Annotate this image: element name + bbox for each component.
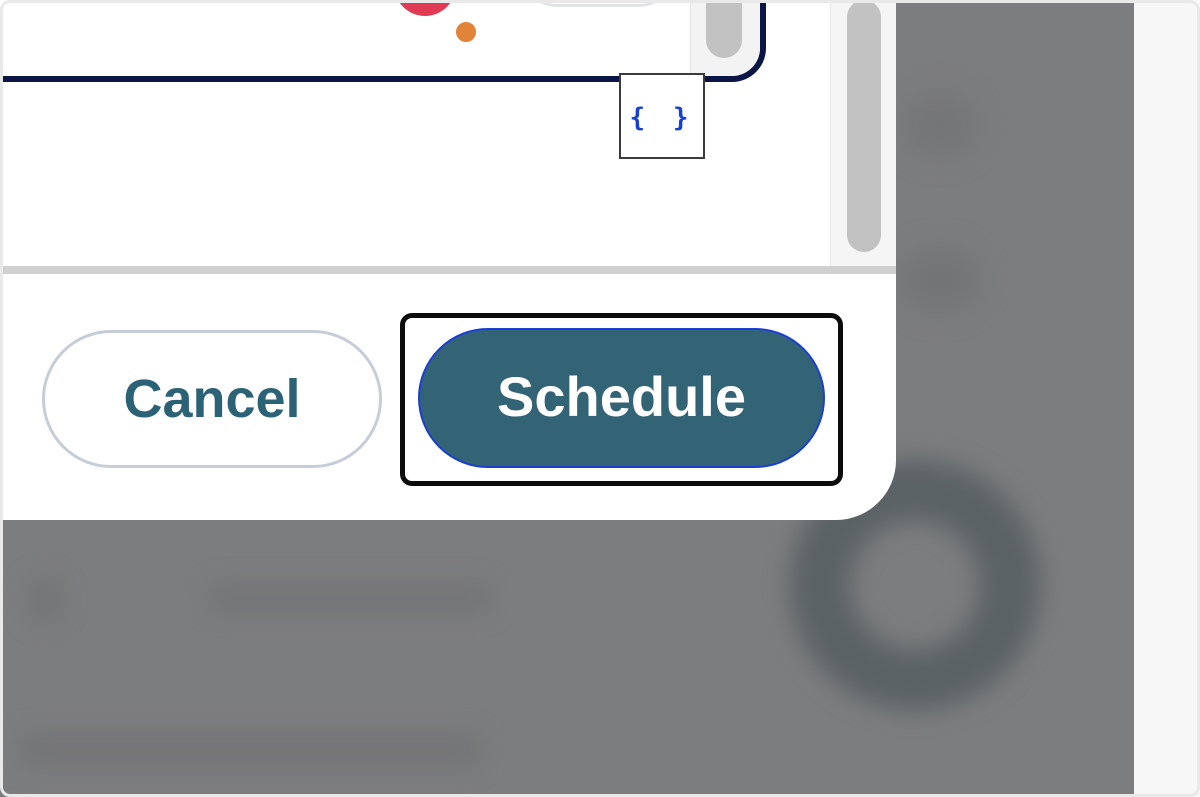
content-scrollbar-thumb[interactable] <box>847 0 881 252</box>
side-panel <box>1134 0 1200 797</box>
footer-divider <box>0 266 896 274</box>
schedule-modal: S { } Cancel Schedule <box>0 0 896 520</box>
message-editor-card[interactable]: S <box>0 0 766 82</box>
editor-chip <box>520 0 676 7</box>
status-dot-icon <box>452 18 480 46</box>
backdrop-blur-shape <box>905 95 975 155</box>
editor-scrollbar-thumb[interactable] <box>706 0 742 58</box>
backdrop-blur-shape <box>900 250 980 310</box>
backdrop-blur-shape <box>20 735 480 765</box>
screenshot-frame: S { } Cancel Schedule <box>0 0 1200 797</box>
insert-variable-button[interactable]: { } <box>619 73 705 159</box>
backdrop-blur-shape <box>30 580 60 620</box>
avatar: S <box>394 0 456 16</box>
cancel-button[interactable]: Cancel <box>42 330 382 468</box>
schedule-button[interactable]: Schedule <box>418 328 825 468</box>
backdrop-blur-shape <box>210 585 490 611</box>
modal-content: S { } <box>0 0 896 268</box>
